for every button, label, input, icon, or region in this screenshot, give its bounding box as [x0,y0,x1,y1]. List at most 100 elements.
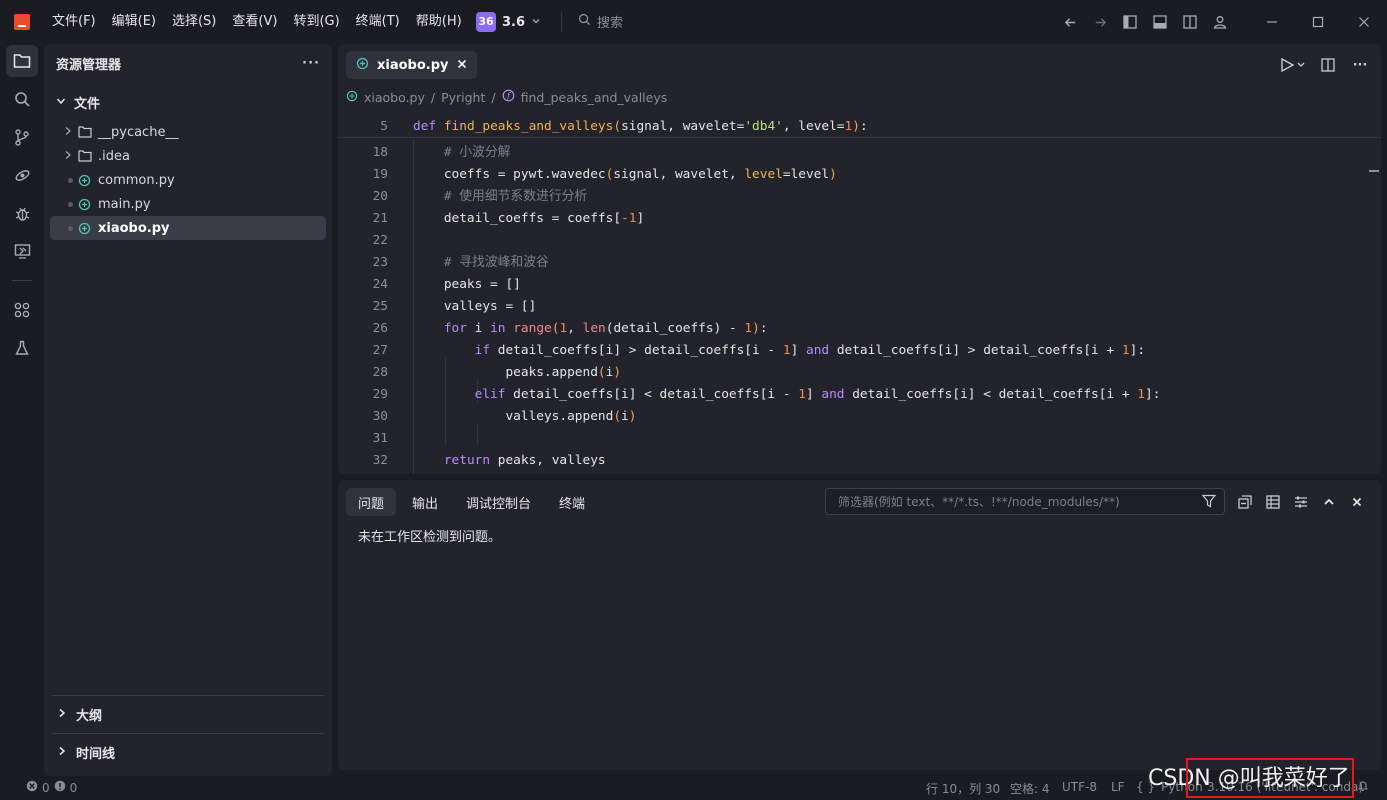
problems-status[interactable]: 0 0 [26,780,77,795]
line-number: 19 [372,167,388,182]
sidebar-title: 资源管理器 [56,57,122,73]
back-arrow-icon[interactable] [1055,0,1085,44]
toggle-panel-icon[interactable] [1145,0,1175,44]
code-line[interactable]: 30 valleys.append(i) [338,406,1381,428]
code-line[interactable]: 31 [338,428,1381,450]
close-window-icon[interactable] [1341,0,1387,44]
python-file-icon [346,90,358,105]
tree-item-main-py[interactable]: main.py [50,192,326,216]
collapse-all-icon[interactable] [1231,488,1259,516]
bullet-dot [68,225,73,231]
folder-section-label: 文件 [74,96,101,112]
source-control-icon[interactable] [0,118,44,156]
testing-icon[interactable] [0,329,44,367]
more-actions-icon[interactable]: ··· [1347,52,1373,78]
menu-bar: 文件(F) 编辑(E) 选择(S) 查看(V) 转到(G) 终端(T) 帮助(H… [44,0,470,44]
panel-settings-icon[interactable] [1287,488,1315,516]
titlebar-actions [1055,0,1387,44]
tab-debug-console[interactable]: 调试控制台 [454,488,543,516]
activity-bar [0,44,44,776]
search-box[interactable]: 搜索 [578,12,623,31]
tree-item-common-py[interactable]: common.py [50,168,326,192]
outline-section[interactable]: 大纲 [52,695,324,733]
toggle-secondary-sidebar-icon[interactable] [1175,0,1205,44]
warning-count: 0 [69,780,78,795]
more-actions-icon[interactable]: ··· [302,56,320,71]
code-text: elif detail_coeffs[i] < detail_coeffs[i … [474,387,1161,402]
remote-explorer-icon[interactable] [0,232,44,270]
search-icon[interactable] [0,80,44,118]
line-number: 22 [372,233,388,248]
eol-status[interactable]: LF [1111,780,1125,794]
scrollbar-marker[interactable] [1369,170,1379,172]
close-panel-icon[interactable] [1343,488,1371,516]
code-line[interactable]: 27 if detail_coeffs[i] > detail_coeffs[i… [338,340,1381,362]
code-line[interactable]: 18 # 小波分解 [338,142,1381,164]
tab-bar: xiaobo.py [338,44,1381,86]
menu-selection[interactable]: 选择(S) [164,0,224,44]
view-as-table-icon[interactable] [1259,488,1287,516]
debug-icon[interactable] [0,194,44,232]
tab-xiaobo-py[interactable]: xiaobo.py [346,51,477,79]
code-line[interactable]: 21 detail_coeffs = coeffs[-1] [338,208,1381,230]
close-tab-icon[interactable] [457,57,467,73]
code-line[interactable]: 24 peaks = [] [338,274,1381,296]
notifications-icon[interactable] [1357,780,1369,795]
code-line[interactable]: 22 [338,230,1381,252]
menu-help[interactable]: 帮助(H) [408,0,470,44]
code-line[interactable]: 25 valleys = [] [338,296,1381,318]
chevron-right-icon [58,745,76,760]
code-line[interactable]: 32 return peaks, valleys [338,450,1381,472]
folder-section-header[interactable]: 文件 [44,89,332,115]
problems-filter-input[interactable]: 筛选器(例如 text、**/*.ts、!**/node_modules/**) [825,488,1225,515]
breadcrumb-pyright[interactable]: Pyright [441,90,485,105]
account-icon[interactable] [1205,0,1235,44]
cursor-position[interactable]: 行 10，列 30 [926,780,1000,797]
menu-file[interactable]: 文件(F) [44,0,104,44]
divider [561,12,562,32]
tab-problems[interactable]: 问题 [346,488,397,516]
run-python-icon[interactable] [1275,52,1309,78]
tree-item-xiaobo-py[interactable]: xiaobo.py [50,216,326,240]
tab-output[interactable]: 输出 [400,488,450,516]
maximize-icon[interactable] [1295,0,1341,44]
breadcrumb-file[interactable]: xiaobo.py [364,90,425,105]
explorer-icon[interactable] [0,42,44,80]
menu-go[interactable]: 转到(G) [285,0,347,44]
menu-view[interactable]: 查看(V) [224,0,285,44]
code-text: detail_coeffs = coeffs[-1] [413,211,645,226]
code-text: valleys.append(i) [413,409,637,424]
breadcrumb-function[interactable]: find_peaks_and_valleys [521,90,668,105]
code-line[interactable]: 28 peaks.append(i) [338,362,1381,384]
filter-icon[interactable] [1201,494,1217,511]
encoding-status[interactable]: UTF-8 [1062,780,1097,794]
code-line[interactable]: 20 # 使用细节系数进行分析 [338,186,1381,208]
tree-item-idea[interactable]: .idea [50,144,326,168]
version-selector[interactable]: 36 3.6 [476,12,541,32]
bottom-panel: 问题 输出 调试控制台 终端 筛选器(例如 text、**/*.ts、!**/n… [338,480,1381,770]
timeline-section[interactable]: 时间线 [52,733,324,771]
maximize-panel-icon[interactable] [1315,488,1343,516]
forward-arrow-icon[interactable] [1085,0,1115,44]
remote-icon[interactable] [0,156,44,194]
code-line[interactable]: 19 coeffs = pywt.wavedec(signal, wavelet… [338,164,1381,186]
code-line[interactable]: 23 # 寻找波峰和波谷 [338,252,1381,274]
app-logo [14,14,30,30]
indentation-status[interactable]: 空格: 4 [1010,780,1050,797]
code-view[interactable]: 5 def find_peaks_and_valleys(signal, wav… [338,116,1381,472]
function-symbol-icon: f [502,89,515,105]
breadcrumb: xiaobo.py / Pyright / f find_peaks_and_v… [338,86,1381,108]
sticky-scroll-line[interactable]: 5 def find_peaks_and_valleys(signal, wav… [338,116,1381,138]
code-line[interactable]: 29 elif detail_coeffs[i] < detail_coeffs… [338,384,1381,406]
extensions-icon[interactable] [0,291,44,329]
tab-terminal[interactable]: 终端 [547,488,597,516]
code-line[interactable]: 26 for i in range(1, len(detail_coeffs) … [338,318,1381,340]
split-editor-icon[interactable] [1315,52,1341,78]
menu-terminal[interactable]: 终端(T) [348,0,408,44]
tree-item-pycache[interactable]: __pycache__ [50,120,326,144]
editor-actions: ··· [1275,52,1373,78]
menu-edit[interactable]: 编辑(E) [104,0,164,44]
code-text: for i in range(1, len(detail_coeffs) - 1… [443,321,768,336]
minimize-icon[interactable] [1249,0,1295,44]
toggle-sidebar-icon[interactable] [1115,0,1145,44]
